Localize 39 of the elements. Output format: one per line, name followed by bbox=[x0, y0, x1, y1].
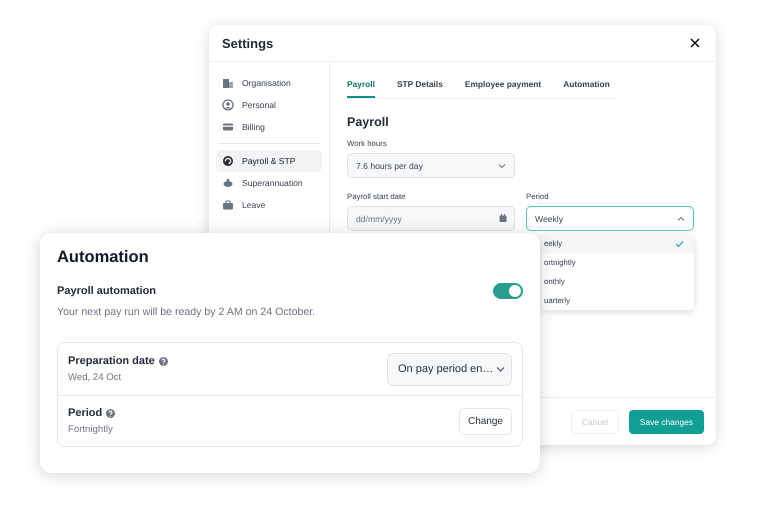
circle-arrow-icon bbox=[222, 155, 234, 167]
toggle-switch[interactable] bbox=[493, 283, 523, 299]
preparation-date-select[interactable]: On pay period en… bbox=[387, 352, 512, 386]
section-title: Payroll bbox=[347, 115, 390, 129]
tab[interactable]: STP Details bbox=[396, 76, 443, 98]
card-title: Automation bbox=[57, 248, 150, 267]
building-icon bbox=[222, 77, 234, 89]
sidebar-item[interactable]: Billing bbox=[216, 116, 322, 138]
sidebar-item[interactable]: Payroll & STP bbox=[216, 150, 322, 172]
sidebar-item[interactable]: Personal bbox=[216, 94, 322, 116]
row-label: Period bbox=[68, 407, 102, 419]
chevron-up-icon bbox=[677, 216, 685, 222]
calendar-icon bbox=[499, 214, 507, 222]
help-icon bbox=[106, 408, 116, 418]
tab[interactable]: Employee payment bbox=[464, 76, 542, 98]
chevron-down-icon bbox=[496, 366, 505, 372]
close-icon bbox=[690, 38, 700, 48]
period-select[interactable]: Weekly bbox=[526, 206, 694, 231]
row-value: Fortnightly bbox=[68, 424, 114, 435]
briefcase-icon bbox=[222, 199, 234, 211]
user-circle-icon bbox=[222, 99, 234, 111]
sidebar-item[interactable]: Leave bbox=[216, 194, 322, 216]
card-icon bbox=[222, 121, 234, 133]
row-label: Preparation date bbox=[68, 355, 155, 367]
sidebar-item[interactable]: Superannuation bbox=[216, 172, 322, 194]
close-button[interactable] bbox=[688, 36, 702, 50]
check-icon bbox=[675, 240, 684, 248]
toggle-label: Payroll automation bbox=[57, 285, 158, 297]
sidebar-item[interactable]: Organisation bbox=[216, 72, 322, 94]
row-value: Wed, 24 Oct bbox=[68, 372, 122, 383]
tab[interactable]: Automation bbox=[563, 76, 610, 98]
toggle-description: Your next pay run will be ready by 2 AM on 24 October. bbox=[57, 306, 316, 318]
work-hours-select[interactable]: 7.6 hours per day bbox=[347, 153, 515, 178]
window-title: Settings bbox=[222, 36, 274, 50]
change-button[interactable]: Change bbox=[458, 408, 512, 434]
help-icon bbox=[158, 356, 168, 366]
tab[interactable]: Payroll bbox=[347, 76, 375, 98]
chevron-down-icon bbox=[498, 162, 506, 168]
date-input-field[interactable]: dd/mm/yyyy bbox=[347, 206, 515, 231]
